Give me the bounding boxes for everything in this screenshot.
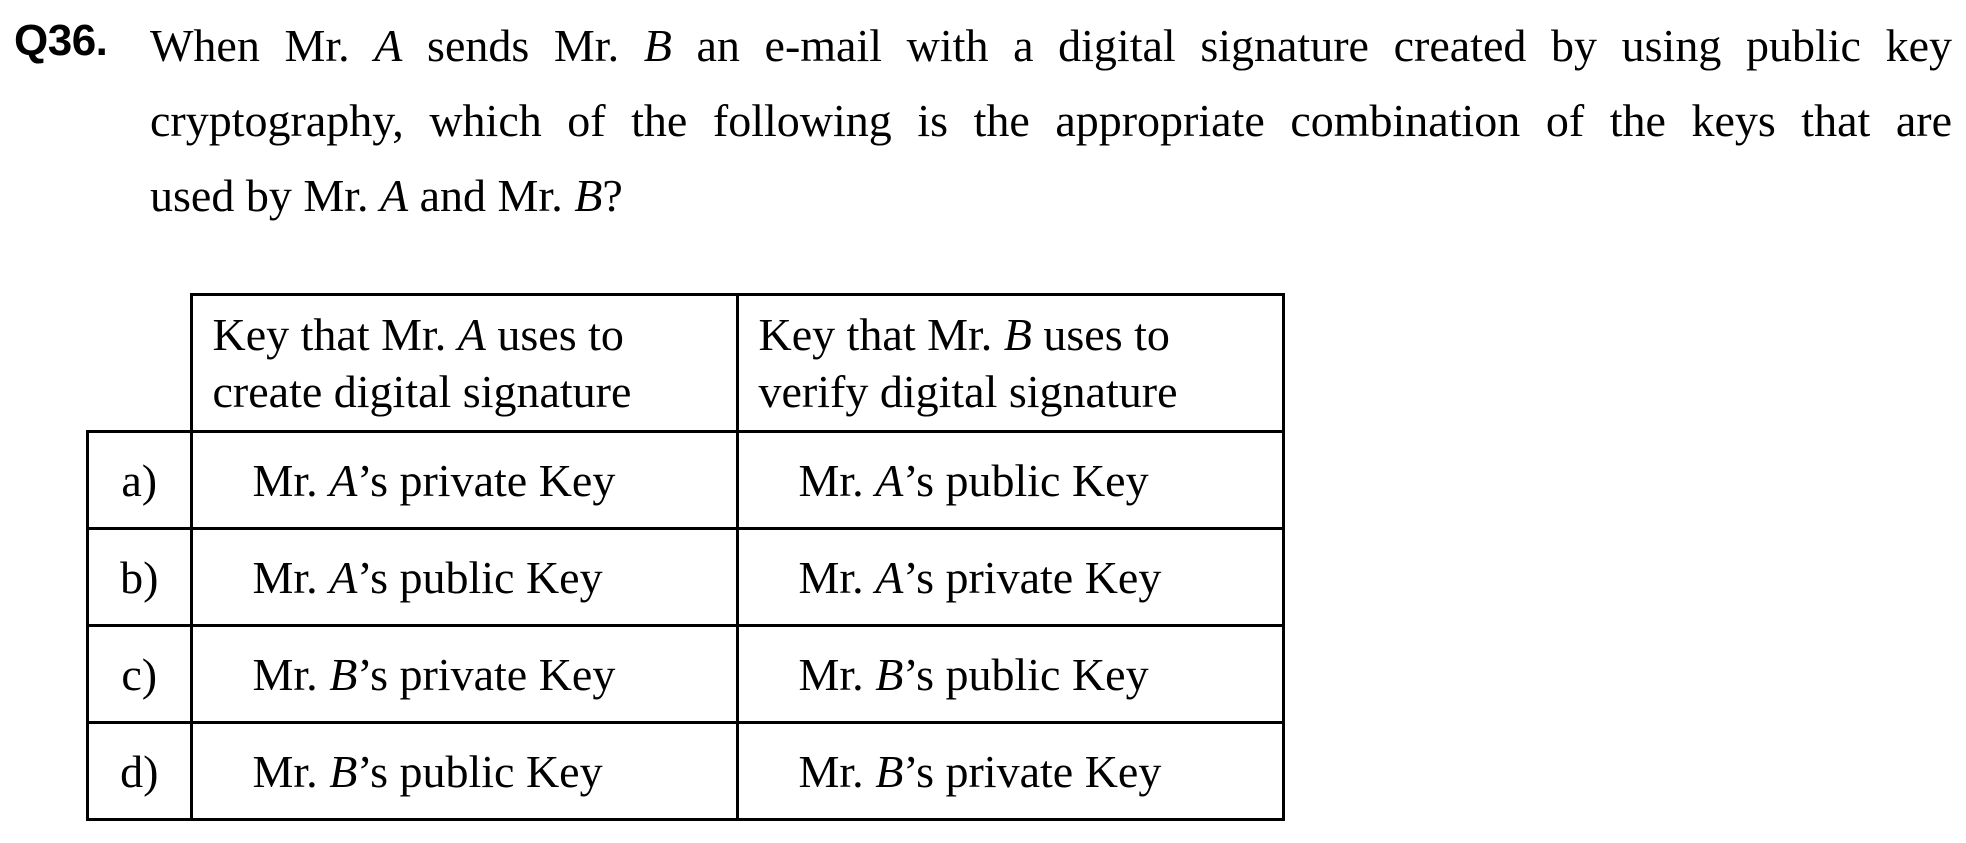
answer-options-table: Key that Mr. A uses to create digital sig…: [86, 293, 1285, 821]
person-a-name: A: [457, 309, 486, 360]
header-verify-signature-key: Key that Mr. B uses to verify digital sig…: [735, 293, 1285, 433]
key-owner-prefix: Mr.: [252, 454, 330, 506]
key-type: ’s private Key: [903, 551, 1162, 603]
option-row-a[interactable]: a) Mr. A’s private Key Mr. A’s public Ke…: [86, 430, 1285, 530]
header-text: Key that Mr.: [212, 309, 458, 360]
option-row-c[interactable]: c) Mr. B’s private Key Mr. B’s public Ke…: [86, 624, 1285, 724]
key-owner-prefix: Mr.: [252, 648, 330, 700]
header-text: Key that Mr.: [758, 309, 1004, 360]
key-owner: A: [329, 551, 358, 603]
create-key-cell: Mr. B’s private Key: [189, 624, 739, 724]
option-label: c): [86, 624, 193, 724]
key-type: ’s public Key: [357, 551, 603, 603]
header-text: uses to: [1031, 309, 1170, 360]
key-owner: B: [875, 745, 904, 797]
question-line-2: cryptography, which of the following is …: [150, 95, 1952, 146]
person-b-name: B: [1003, 309, 1032, 360]
key-type: ’s public Key: [903, 454, 1149, 506]
key-type: ’s private Key: [357, 454, 616, 506]
header-text: verify digital signature: [758, 366, 1178, 417]
key-owner-prefix: Mr.: [252, 551, 330, 603]
header-text: uses to: [485, 309, 624, 360]
question-line-3: used by Mr. A and Mr. B?: [150, 158, 1952, 233]
verify-key-cell: Mr. A’s private Key: [735, 527, 1285, 627]
verify-key-cell: Mr. B’s private Key: [735, 721, 1285, 821]
person-b-name: B: [643, 20, 672, 71]
question-text-segment: ?: [602, 170, 623, 221]
key-owner: A: [329, 454, 358, 506]
key-owner-prefix: Mr.: [798, 551, 876, 603]
question-text-segment: sends Mr.: [402, 20, 644, 71]
table-corner-cell: [87, 294, 193, 433]
key-owner: A: [875, 454, 904, 506]
header-text: create digital signature: [212, 366, 632, 417]
person-a-name: A: [374, 20, 403, 71]
question-text: When Mr. A sends Mr. B an e-mail with a …: [150, 8, 1952, 233]
key-type: ’s public Key: [357, 745, 603, 797]
verify-key-cell: Mr. A’s public Key: [735, 430, 1285, 530]
question-text-segment: and Mr.: [408, 170, 575, 221]
option-label: a): [86, 430, 193, 530]
create-key-cell: Mr. A’s private Key: [189, 430, 739, 530]
question-text-segment: When Mr.: [150, 20, 375, 71]
person-a-name: A: [380, 170, 409, 221]
option-row-b[interactable]: b) Mr. A’s public Key Mr. A’s private Ke…: [86, 527, 1285, 627]
key-owner-prefix: Mr.: [252, 745, 330, 797]
question-text-segment: an e-mail with a digital signature creat…: [671, 20, 1952, 71]
question-number: Q36.: [14, 16, 108, 65]
key-owner-prefix: Mr.: [798, 745, 876, 797]
question-text-segment: used by Mr.: [150, 170, 380, 221]
key-owner: B: [329, 745, 358, 797]
option-row-d[interactable]: d) Mr. B’s public Key Mr. B’s private Ke…: [86, 721, 1285, 821]
question-line-1: When Mr. A sends Mr. B an e-mail with a …: [150, 8, 1952, 83]
key-owner-prefix: Mr.: [798, 648, 876, 700]
option-label: b): [86, 527, 193, 627]
header-create-signature-key: Key that Mr. A uses to create digital sig…: [189, 293, 739, 433]
key-type: ’s public Key: [903, 648, 1149, 700]
key-type: ’s private Key: [903, 745, 1162, 797]
option-label: d): [86, 721, 193, 821]
verify-key-cell: Mr. B’s public Key: [735, 624, 1285, 724]
key-owner-prefix: Mr.: [798, 454, 876, 506]
key-owner: A: [875, 551, 904, 603]
person-b-name: B: [574, 170, 603, 221]
table-header-row: Key that Mr. A uses to create digital sig…: [87, 293, 1285, 433]
create-key-cell: Mr. B’s public Key: [189, 721, 739, 821]
key-type: ’s private Key: [357, 648, 616, 700]
create-key-cell: Mr. A’s public Key: [189, 527, 739, 627]
key-owner: B: [875, 648, 904, 700]
key-owner: B: [329, 648, 358, 700]
